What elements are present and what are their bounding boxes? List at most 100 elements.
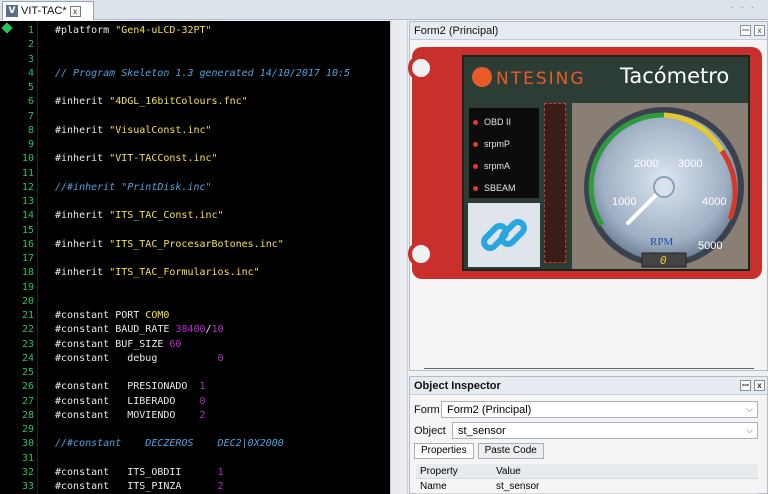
close-tab-icon[interactable]: x: [69, 5, 81, 17]
form-select-value: Form2 (Principal): [447, 403, 532, 416]
line-number: 24: [21, 352, 34, 364]
code-line[interactable]: #inherit "VIT-TACConst.inc": [55, 152, 218, 166]
code-token: #constant LIBERADO: [55, 395, 200, 407]
gauge-tick-5000: 5000: [698, 240, 722, 252]
led-indicator-icon: [473, 163, 478, 169]
tab-properties[interactable]: Properties: [414, 443, 474, 459]
form-panel-title: Form2 (Principal): [414, 24, 499, 37]
rpm-gauge[interactable]: 1000 2000 3000 4000 5000 RPM 0: [572, 103, 748, 271]
line-number: 3: [27, 53, 34, 65]
line-number: 19: [21, 281, 34, 293]
code-token: "Gen4-uLCD-32PT": [115, 25, 212, 36]
code-editor[interactable]: 1 2 3 4 5 6 7 8 9 10 11 12 13 14 15 16 17 18 19 20 21 22 23 24 2…: [0, 21, 390, 494]
code-token: #constant debug: [55, 352, 218, 364]
code-token: 60: [169, 338, 182, 350]
gauge-tick-4000: 4000: [702, 196, 726, 208]
chain-link-icon: [481, 219, 527, 251]
line-number: 6: [27, 96, 34, 108]
code-token: 0: [199, 395, 206, 407]
file-tab-label: VIT-TAC*: [21, 5, 67, 17]
code-line[interactable]: //#constant DECZEROS DEC2|0X2000: [55, 437, 284, 451]
led-srpmp[interactable]: srpmP: [473, 136, 510, 152]
scroll-track[interactable]: [424, 368, 754, 369]
line-number: 7: [27, 110, 34, 122]
line-number: 2: [27, 39, 34, 51]
led-indicator-icon: [473, 185, 478, 191]
code-line[interactable]: #platform "Gen4-uLCD-32PT": [55, 24, 212, 38]
code-token: 0: [217, 352, 224, 364]
code-token: #constant PORT: [55, 310, 146, 321]
column-header-value: Value: [496, 465, 521, 477]
object-select[interactable]: st_sensor ⌵: [452, 422, 758, 439]
object-select-value: st_sensor: [458, 424, 506, 437]
led-label: srpmP: [484, 139, 511, 149]
table-row[interactable]: Name st_sensor: [416, 479, 758, 494]
code-line[interactable]: #constant ITS_OBDII 1: [55, 466, 224, 480]
chevron-down-icon: ⌵: [746, 404, 753, 414]
code-line[interactable]: #constant PRESIONADO 1: [55, 380, 206, 394]
line-number: 15: [21, 224, 34, 236]
file-tab[interactable]: V VIT-TAC* x: [2, 1, 94, 20]
code-line[interactable]: #constant ITS_PINZA 2: [55, 480, 224, 494]
code-token: #inherit: [55, 210, 110, 222]
code-token: "ITS_TAC_Formularios.inc": [109, 267, 260, 279]
code-token: "VisualConst.inc": [109, 124, 212, 136]
code-line[interactable]: #constant BUF_SIZE 60: [55, 338, 181, 352]
gauge-readout: 0: [660, 254, 667, 267]
inspector-title: Object Inspector: [414, 379, 501, 392]
line-number: 25: [21, 367, 34, 378]
code-line[interactable]: // Program Skeleton 1.3 generated 14/10/…: [55, 67, 350, 81]
properties-table: Property Value Name st_sensor: [416, 464, 758, 494]
inspector-tabs: Properties Paste Code: [414, 443, 544, 459]
code-token: #inherit: [55, 96, 110, 108]
code-line[interactable]: #inherit "4DGL_16bitColours.fnc": [55, 95, 248, 109]
code-token: #inherit: [55, 124, 110, 136]
led-sbeam[interactable]: SBEAM: [473, 180, 516, 196]
line-number: 14: [21, 210, 34, 222]
link-button[interactable]: [468, 203, 540, 267]
brand-logo: ΝTESING: [472, 67, 586, 89]
line-number-gutter: 1 2 3 4 5 6 7 8 9 10 11 12 13 14 15 16 17 18 19 20 21 22 23 24 2…: [0, 21, 38, 494]
code-area[interactable]: #platform "Gen4-uLCD-32PT" // Program Ske…: [55, 21, 390, 494]
code-line[interactable]: //#inherit "PrintDisk.inc": [55, 181, 212, 195]
code-line[interactable]: #constant MOVIENDO 2: [55, 409, 206, 423]
code-token: "ITS_TAC_Const.inc": [109, 210, 224, 222]
code-token: #constant BAUD_RATE: [55, 324, 176, 336]
code-line[interactable]: #constant PORT COM0: [55, 309, 169, 323]
lcd-screen[interactable]: ΝTESING Tacómetro OBD II srpmP srpmA SBE…: [462, 55, 750, 271]
code-token: 1: [217, 466, 224, 478]
divider-bar: [544, 103, 566, 263]
close-panel-icon[interactable]: x: [754, 380, 765, 391]
line-number: 8: [27, 124, 34, 136]
object-label: Object: [414, 425, 446, 437]
pin-icon[interactable]: ꟷ: [740, 25, 751, 36]
code-line[interactable]: #constant BAUD_RATE 38400/10: [55, 323, 224, 337]
code-line[interactable]: #constant debug 0: [55, 352, 224, 366]
table-header: Property Value: [416, 464, 758, 479]
close-panel-icon[interactable]: x: [754, 25, 765, 36]
panel-splitter[interactable]: [390, 21, 408, 494]
object-inspector: Object Inspector ꟷ x Form Form2 (Princip…: [409, 376, 768, 494]
led-obd[interactable]: OBD II: [473, 114, 511, 130]
line-number: 5: [27, 82, 34, 93]
pin-icon[interactable]: ꟷ: [740, 380, 751, 391]
screen-title: Tacómetro: [620, 64, 730, 88]
gauge-hub: [653, 176, 675, 198]
code-line[interactable]: #inherit "ITS_TAC_Const.inc": [55, 209, 224, 223]
line-number: 9: [27, 139, 34, 150]
code-line[interactable]: #inherit "ITS_TAC_ProcesarBotones.inc": [55, 238, 284, 252]
led-srpma[interactable]: srpmA: [473, 158, 510, 174]
led-label: OBD II: [484, 117, 512, 127]
code-line[interactable]: #inherit "VisualConst.inc": [55, 124, 212, 138]
code-token: 1: [199, 381, 206, 393]
line-number: 30: [21, 438, 34, 450]
gauge-tick-1000: 1000: [612, 196, 636, 208]
paste-code-button[interactable]: Paste Code: [477, 443, 544, 459]
code-token: #constant PRESIONADO: [55, 381, 200, 393]
line-number: 10: [21, 153, 34, 165]
code-line[interactable]: #inherit "ITS_TAC_Formularios.inc": [55, 266, 260, 280]
code-token: // Program Skeleton 1.3 generated 14/10/…: [55, 67, 351, 79]
property-value[interactable]: st_sensor: [492, 481, 758, 492]
code-line[interactable]: #constant LIBERADO 0: [55, 395, 206, 409]
form-select[interactable]: Form2 (Principal) ⌵: [441, 401, 758, 418]
